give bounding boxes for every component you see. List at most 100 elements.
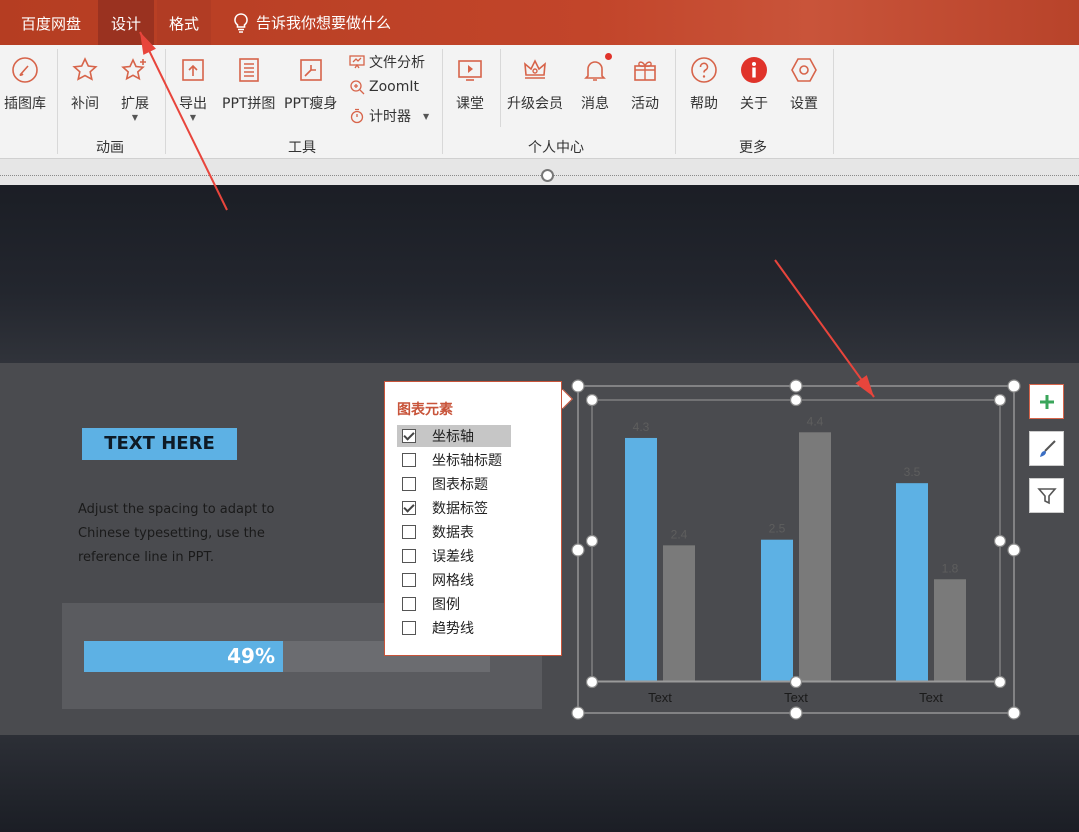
plot-resize-handle[interactable]: [585, 675, 599, 689]
slide-background-top: [0, 185, 1079, 363]
ruler-handle[interactable]: [541, 169, 554, 182]
plot-resize-handle[interactable]: [993, 393, 1007, 407]
zoomit-button[interactable]: ZoomIt: [349, 79, 419, 95]
tab-baidu-netdisk[interactable]: 百度网盘: [11, 0, 91, 45]
star-plus-icon: [121, 58, 146, 81]
activity-button[interactable]: 活动: [630, 55, 660, 113]
option-label: 图例: [432, 597, 460, 613]
chart-element-option[interactable]: 误差线: [397, 545, 511, 567]
bar[interactable]: [896, 483, 928, 681]
separator: [675, 49, 676, 154]
tab-format[interactable]: 格式: [157, 0, 211, 45]
tell-me-box[interactable]: 告诉我你想要做什么: [222, 0, 401, 45]
resize-handle[interactable]: [1007, 379, 1021, 393]
chart-styles-button[interactable]: [1029, 431, 1064, 466]
tab-design[interactable]: 设计: [98, 0, 154, 45]
settings-label: 设置: [790, 96, 818, 112]
option-label: 坐标轴标题: [432, 453, 502, 469]
illustration-library-button[interactable]: 插图库: [4, 55, 46, 113]
chart-element-option[interactable]: 数据标签: [397, 497, 511, 519]
bar[interactable]: [625, 437, 657, 681]
tween-button[interactable]: 补间: [70, 55, 100, 113]
bar-chart[interactable]: 4.3 2.5 3.5 2.4 4.4 1.8 Text Text Text: [565, 375, 1025, 725]
extend-button[interactable]: 扩展 ▼: [120, 55, 150, 123]
classroom-button[interactable]: 课堂: [455, 55, 485, 113]
chart-element-option[interactable]: 网格线: [397, 569, 511, 591]
ppt-collage-button[interactable]: PPT拼图: [222, 55, 275, 113]
bar[interactable]: [799, 432, 831, 681]
video-play-icon: [458, 60, 482, 81]
slide-heading[interactable]: TEXT HERE: [82, 428, 237, 460]
extend-label: 扩展: [121, 96, 149, 112]
about-button[interactable]: 关于: [739, 55, 769, 113]
bar[interactable]: [663, 545, 695, 681]
help-label: 帮助: [690, 96, 718, 112]
export-icon: [182, 59, 204, 81]
chart-element-option[interactable]: 数据表: [397, 521, 511, 543]
info-icon: [741, 57, 767, 83]
group-label-personal: 个人中心: [528, 140, 584, 156]
option-label: 网格线: [432, 573, 474, 589]
presentation-chart-icon: [349, 55, 365, 69]
bar[interactable]: [934, 579, 966, 681]
ruler-guide-line: [0, 175, 1079, 176]
x-tick-label: Text: [919, 690, 943, 705]
resize-handle[interactable]: [571, 706, 585, 720]
plus-icon: [1039, 394, 1054, 409]
timer-button[interactable]: 计时器 ▼: [349, 106, 429, 126]
upgrade-member-label: 升级会员: [507, 96, 563, 112]
help-button[interactable]: 帮助: [689, 55, 719, 113]
chart-filter-button[interactable]: [1029, 478, 1064, 513]
chevron-down-icon: ▼: [423, 111, 430, 121]
checkbox[interactable]: [402, 477, 416, 491]
resize-handle[interactable]: [789, 706, 803, 720]
checkbox[interactable]: [402, 597, 416, 611]
bar[interactable]: [761, 539, 793, 681]
activity-label: 活动: [631, 96, 659, 112]
chart-elements-button[interactable]: [1029, 384, 1064, 419]
checkbox[interactable]: [402, 453, 416, 467]
checkbox[interactable]: [402, 573, 416, 587]
chart-element-option[interactable]: 坐标轴标题: [397, 449, 511, 471]
chart-element-option[interactable]: 图例: [397, 593, 511, 615]
messages-label: 消息: [581, 96, 609, 112]
group-label-tools: 工具: [288, 140, 316, 156]
chart-element-option[interactable]: 坐标轴: [397, 425, 511, 447]
plot-resize-handle[interactable]: [993, 675, 1007, 689]
plot-resize-handle[interactable]: [585, 534, 599, 548]
checkbox[interactable]: [402, 501, 416, 515]
plot-resize-handle[interactable]: [789, 675, 803, 689]
group-label-more: 更多: [739, 140, 767, 156]
file-analysis-button[interactable]: 文件分析: [349, 52, 425, 72]
checkbox[interactable]: [402, 525, 416, 539]
crown-icon: [524, 59, 546, 79]
resize-handle[interactable]: [571, 379, 585, 393]
resize-handle[interactable]: [789, 379, 803, 393]
ppt-slim-button[interactable]: PPT瘦身: [284, 55, 337, 113]
export-button[interactable]: 导出 ▼: [178, 55, 208, 123]
upgrade-member-button[interactable]: 升级会员: [507, 55, 563, 113]
option-label: 数据表: [432, 525, 474, 541]
ribbon-tab-bar: 百度网盘 设计 格式 告诉我你想要做什么: [0, 0, 1079, 45]
checkbox[interactable]: [402, 621, 416, 635]
checkbox[interactable]: [402, 429, 416, 443]
messages-button[interactable]: 消息: [580, 53, 612, 113]
option-label: 图表标题: [432, 477, 488, 493]
resize-handle[interactable]: [1007, 706, 1021, 720]
plot-resize-handle[interactable]: [585, 393, 599, 407]
progress-fill[interactable]: 49%: [84, 641, 283, 672]
separator: [165, 49, 166, 154]
resize-handle[interactable]: [1007, 543, 1021, 557]
resize-handle[interactable]: [571, 543, 585, 557]
plot-resize-handle[interactable]: [789, 393, 803, 407]
checkbox[interactable]: [402, 549, 416, 563]
chart-element-option[interactable]: 图表标题: [397, 473, 511, 495]
slide-body-text[interactable]: Adjust the spacing to adapt to Chinese t…: [78, 498, 328, 570]
option-label: 坐标轴: [432, 429, 474, 445]
data-label: 1.8: [942, 561, 959, 575]
chart-element-option[interactable]: 趋势线: [397, 617, 511, 639]
settings-button[interactable]: 设置: [789, 55, 819, 113]
about-label: 关于: [740, 96, 768, 112]
ruler: [0, 158, 1079, 185]
plot-resize-handle[interactable]: [993, 534, 1007, 548]
